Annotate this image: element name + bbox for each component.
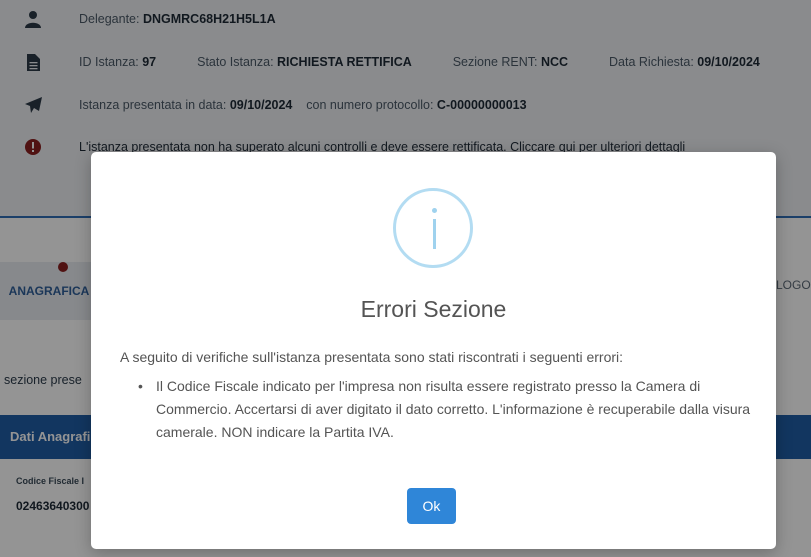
errori-sezione-modal: Errori Sezione A seguito di verifiche su… bbox=[91, 152, 776, 549]
modal-intro-text: A seguito di verifiche sull'istanza pres… bbox=[120, 349, 624, 365]
modal-error-item: Il Codice Fiscale indicato per l'impresa… bbox=[138, 375, 758, 444]
info-icon bbox=[393, 188, 473, 268]
modal-title: Errori Sezione bbox=[360, 296, 507, 322]
modal-error-list: Il Codice Fiscale indicato per l'impresa… bbox=[138, 375, 758, 444]
ok-button[interactable]: Ok bbox=[407, 488, 456, 524]
